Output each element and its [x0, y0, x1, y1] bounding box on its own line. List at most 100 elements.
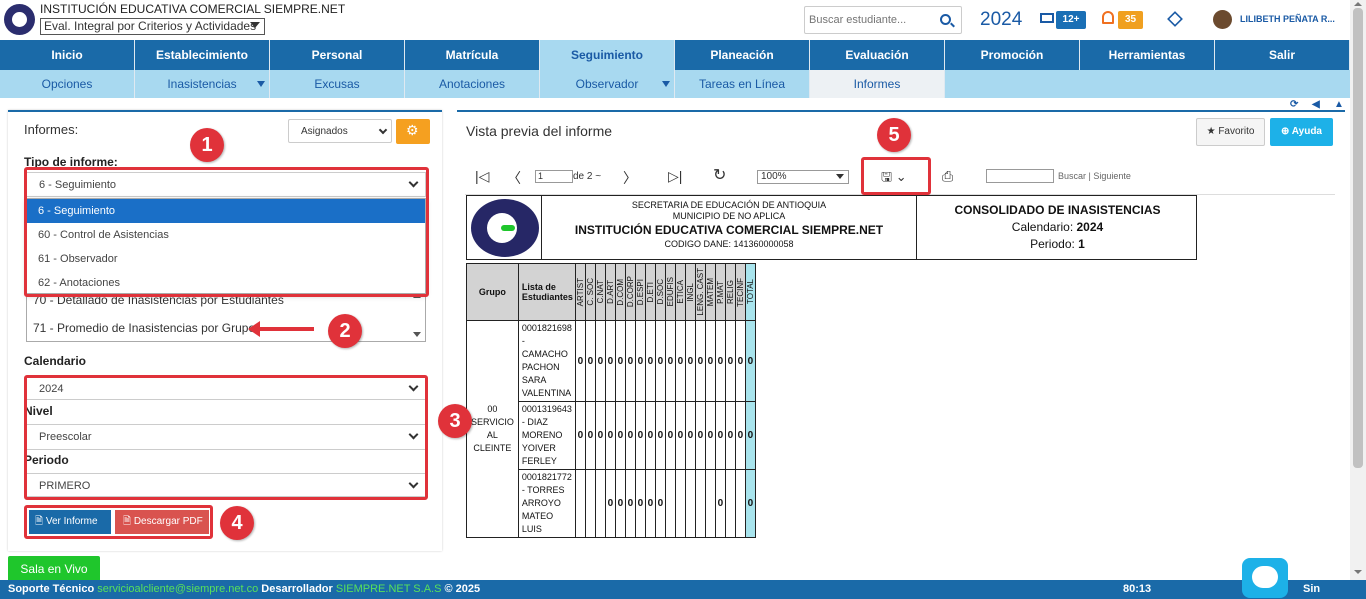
find-link[interactable]: Buscar [1058, 171, 1086, 181]
scroll-up-icon[interactable] [1354, 2, 1362, 6]
caret-down-icon [836, 174, 844, 179]
next-page-icon[interactable]: 〉 [623, 168, 637, 188]
nav-establecimiento[interactable]: Establecimiento [135, 40, 270, 70]
bell-icon[interactable] [1102, 11, 1114, 24]
nav-promocion[interactable]: Promoción [945, 40, 1080, 70]
col-header-subject: ETICA [674, 263, 686, 321]
find-input[interactable] [986, 169, 1054, 183]
mail-badge[interactable]: 12+ [1056, 11, 1086, 29]
refresh-report-icon[interactable]: ↻ [713, 165, 726, 185]
student-search[interactable] [804, 6, 962, 34]
print-icon[interactable]: ⎙ [942, 168, 953, 185]
live-room-button[interactable]: Sala en Vivo [8, 556, 100, 582]
subnav-opciones[interactable]: Opciones [0, 70, 135, 98]
settings-button[interactable] [396, 119, 430, 144]
institution-name: INSTITUCIÓN EDUCATIVA COMERCIAL SIEMPRE.… [40, 2, 346, 16]
nav-matricula[interactable]: Matrícula [405, 40, 540, 70]
find-links[interactable]: Buscar | Siguiente [1058, 171, 1131, 181]
absence-cell: 0 [714, 469, 726, 538]
back-icon[interactable]: ◀ [1312, 99, 1320, 110]
chat-widget-icon[interactable] [1242, 558, 1288, 598]
first-page-icon[interactable]: |◁ [475, 168, 489, 185]
refresh-icon[interactable]: ⟳ [1290, 99, 1298, 110]
scroll-down-icon[interactable] [1354, 570, 1362, 574]
evaluation-mode-select[interactable]: Eval. Integral por Criterios y Actividad… [40, 18, 265, 35]
absence-cell: 0 [584, 320, 596, 402]
annotation-2: 2 [328, 314, 362, 348]
col-header-subject: D.SOC [654, 263, 666, 321]
cube-icon[interactable] [1167, 11, 1183, 27]
search-icon[interactable] [940, 14, 951, 25]
up-arrow-icon[interactable]: ▲ [1334, 99, 1344, 110]
session-timer: 80:13 [1123, 583, 1152, 595]
notification-badge[interactable]: 35 [1118, 11, 1143, 29]
report-period-value: 1 [1078, 237, 1085, 251]
help-button[interactable]: ⊕ Ayuda [1270, 118, 1333, 146]
col-header-subject-label: INGL [685, 282, 695, 302]
nav-herramientas[interactable]: Herramientas [1080, 40, 1215, 70]
col-header-total-label: TOTAL [745, 279, 755, 305]
report-secretaria: SECRETARIA DE EDUCACIÓN DE ANTIOQUIA [631, 200, 827, 210]
page-scrollbar[interactable] [1350, 0, 1366, 580]
annotation-5: 5 [877, 118, 911, 152]
support-label: Soporte Técnico [8, 583, 95, 595]
absence-cell: 0 [584, 401, 596, 470]
find-next-link[interactable]: Siguiente [1093, 171, 1131, 181]
absence-cell [674, 469, 686, 538]
nav-planeacion[interactable]: Planeación [675, 40, 810, 70]
col-header-subject: INGL [684, 263, 696, 321]
user-name[interactable]: LILIBETH PEÑATA R... [1240, 14, 1335, 24]
last-page-icon[interactable]: ▷| [668, 168, 682, 185]
col-header-subject: D.ESPI [634, 263, 646, 321]
favorite-button[interactable]: ★ Favorito [1196, 118, 1265, 146]
scroll-down-icon[interactable] [413, 332, 421, 337]
nav-seguimiento[interactable]: Seguimiento [540, 40, 675, 70]
col-header-subject-label: P.MAT [715, 280, 725, 304]
col-header-subject: C.NAT [594, 263, 606, 321]
subnav-tareas[interactable]: Tareas en Línea [675, 70, 810, 98]
absence-cell: 0 [614, 469, 626, 538]
mail-icon[interactable] [1040, 13, 1054, 23]
subnav-observador[interactable]: Observador [540, 70, 675, 98]
chevron-down-icon [378, 125, 388, 135]
subnav-inasistencias-label: Inasistencias [167, 77, 237, 91]
report-option-71[interactable]: 71 - Promedio de Inasistencias por Grupo [33, 321, 255, 335]
col-header-subject-label: EDUFIS [665, 277, 675, 307]
footer-credits: Soporte Técnico servicioalcliente@siempr… [8, 580, 480, 599]
highlight-box-1 [24, 167, 429, 297]
subnav-excusas[interactable]: Excusas [270, 70, 405, 98]
absence-cell: 0 [604, 320, 616, 402]
prev-page-icon[interactable]: 〈 [507, 168, 521, 188]
assigned-select[interactable]: Asignados [288, 119, 392, 143]
favorite-label: Favorito [1218, 126, 1255, 137]
nav-evaluacion[interactable]: Evaluación [810, 40, 945, 70]
absence-cell [684, 469, 696, 538]
absence-cell: 0 [694, 401, 706, 470]
col-header-subject-label: LENG. CAST [695, 268, 705, 316]
zoom-select[interactable]: 100% [757, 170, 849, 184]
absence-cell: 0 [704, 401, 716, 470]
absence-cell: 0 [574, 401, 586, 470]
nav-salir[interactable]: Salir [1215, 40, 1350, 70]
table-row: 00 SERVICIO AL CLEINTE 0001821698 - CAMAC… [466, 320, 756, 538]
developer-name[interactable]: SIEMPRE.NET S.A.S [336, 583, 442, 595]
col-header-subject: RELIG [724, 263, 736, 321]
support-email[interactable]: servicioalcliente@siempre.net.co [97, 583, 258, 595]
page-number-input[interactable]: 1 [535, 170, 573, 183]
scroll-thumb[interactable] [1353, 8, 1363, 468]
absence-cell: 0 [644, 320, 656, 402]
subnav-informes[interactable]: Informes [810, 70, 945, 98]
absence-cell: 0 [714, 320, 726, 402]
nav-personal[interactable]: Personal [270, 40, 405, 70]
user-avatar[interactable] [1213, 10, 1232, 29]
report-calendar-label: Calendario: [1011, 220, 1074, 234]
absence-cell: 0 [594, 320, 606, 402]
col-header-subject-label: D.ETI [645, 281, 655, 303]
nav-inicio[interactable]: Inicio [0, 40, 135, 70]
subnav-anotaciones[interactable]: Anotaciones [405, 70, 540, 98]
absence-cell: 0 [654, 320, 666, 402]
subnav-inasistencias[interactable]: Inasistencias [135, 70, 270, 98]
student-search-input[interactable] [805, 7, 933, 33]
institution-logo [4, 4, 35, 35]
total-cell: 0 [744, 320, 756, 402]
